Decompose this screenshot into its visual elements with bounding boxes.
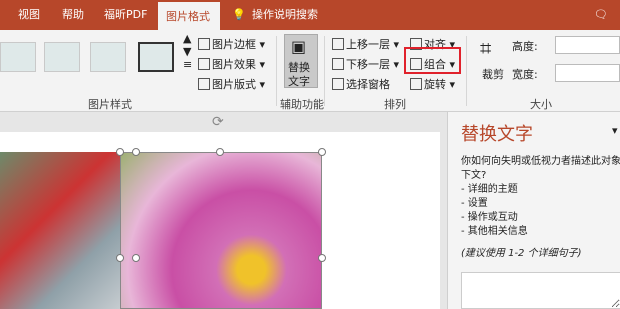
selection-pane-button[interactable]: 选择窗格 xyxy=(332,76,390,92)
alt-text-button[interactable]: ▣ 替换 文字 xyxy=(284,34,318,88)
crop-button[interactable]: 裁剪 xyxy=(482,66,504,82)
rotate-handle-icon[interactable]: ⟳ xyxy=(212,114,224,130)
picture-effects-icon xyxy=(198,58,210,70)
lightbulb-icon: 💡 xyxy=(232,8,246,21)
comment-icon[interactable]: 🗨 xyxy=(594,0,608,30)
group-label-picture-styles: 图片样式 xyxy=(88,98,132,111)
height-label: 高度: xyxy=(512,40,538,53)
ribbon-tab-bar: 视图 帮助 福昕PDF 图片格式 💡 操作说明搜索 🗨 xyxy=(0,0,620,30)
picture-layout-button[interactable]: 图片版式 ▾ xyxy=(198,76,265,92)
bring-forward-button[interactable]: 上移一层 ▾ xyxy=(332,36,399,52)
tab-foxit-pdf[interactable]: 福昕PDF xyxy=(104,0,147,30)
selection-pane-icon xyxy=(332,78,344,90)
picture-style-thumbnail[interactable] xyxy=(90,42,126,72)
tab-help[interactable]: 帮助 xyxy=(62,0,84,30)
alt-text-icon: ▣ xyxy=(291,37,307,56)
pane-options-icon[interactable]: ▾ xyxy=(612,124,618,137)
picture-style-thumbnail[interactable] xyxy=(0,42,36,72)
selection-box xyxy=(120,152,322,309)
picture-border-icon xyxy=(198,38,210,50)
alt-text-input[interactable] xyxy=(461,272,620,309)
picture-border-button[interactable]: 图片边框 ▾ xyxy=(198,36,265,52)
picture-style-thumbnail[interactable] xyxy=(44,42,80,72)
group-button-highlight xyxy=(404,47,461,74)
send-backward-button[interactable]: 下移一层 ▾ xyxy=(332,56,399,72)
tell-me-search[interactable]: 操作说明搜索 xyxy=(252,0,318,30)
rotate-button[interactable]: 旋转 ▾ xyxy=(410,76,455,92)
width-input[interactable] xyxy=(555,64,620,82)
height-input[interactable] xyxy=(555,36,620,54)
group-label-arrange: 排列 xyxy=(384,98,406,111)
picture-layout-icon xyxy=(198,78,210,90)
width-label: 宽度: xyxy=(512,68,538,81)
rotate-icon xyxy=(410,78,422,90)
group-label-accessibility: 辅助功能 xyxy=(280,98,324,111)
ribbon: ▲ ▼ ≡ 图片边框 ▾ 图片效果 ▾ 图片版式 ▾ 图片样式 ▣ 替换 文字 辅助… xyxy=(0,30,620,112)
bring-forward-icon xyxy=(332,38,344,50)
tab-picture-format[interactable]: 图片格式 xyxy=(158,0,220,30)
gallery-scroll-icon[interactable]: ▲ ▼ ≡ xyxy=(183,32,192,71)
slide-editing-area: ⟳ xyxy=(0,112,440,309)
picture-effects-button[interactable]: 图片效果 ▾ xyxy=(198,56,265,72)
tab-view[interactable]: 视图 xyxy=(18,0,40,30)
pane-title: 替换文字 xyxy=(461,124,533,145)
send-backward-icon xyxy=(332,58,344,70)
crop-icon[interactable]: ⌗ xyxy=(480,36,491,60)
flower-image-left[interactable] xyxy=(0,152,120,309)
group-label-size: 大小 xyxy=(530,98,552,111)
alt-text-pane: 替换文字 ▾ 你如何向失明或低视力者描述此对象 下文? - 详细的主题 - 设置… xyxy=(447,112,620,309)
picture-style-thumbnail[interactable] xyxy=(138,42,174,72)
